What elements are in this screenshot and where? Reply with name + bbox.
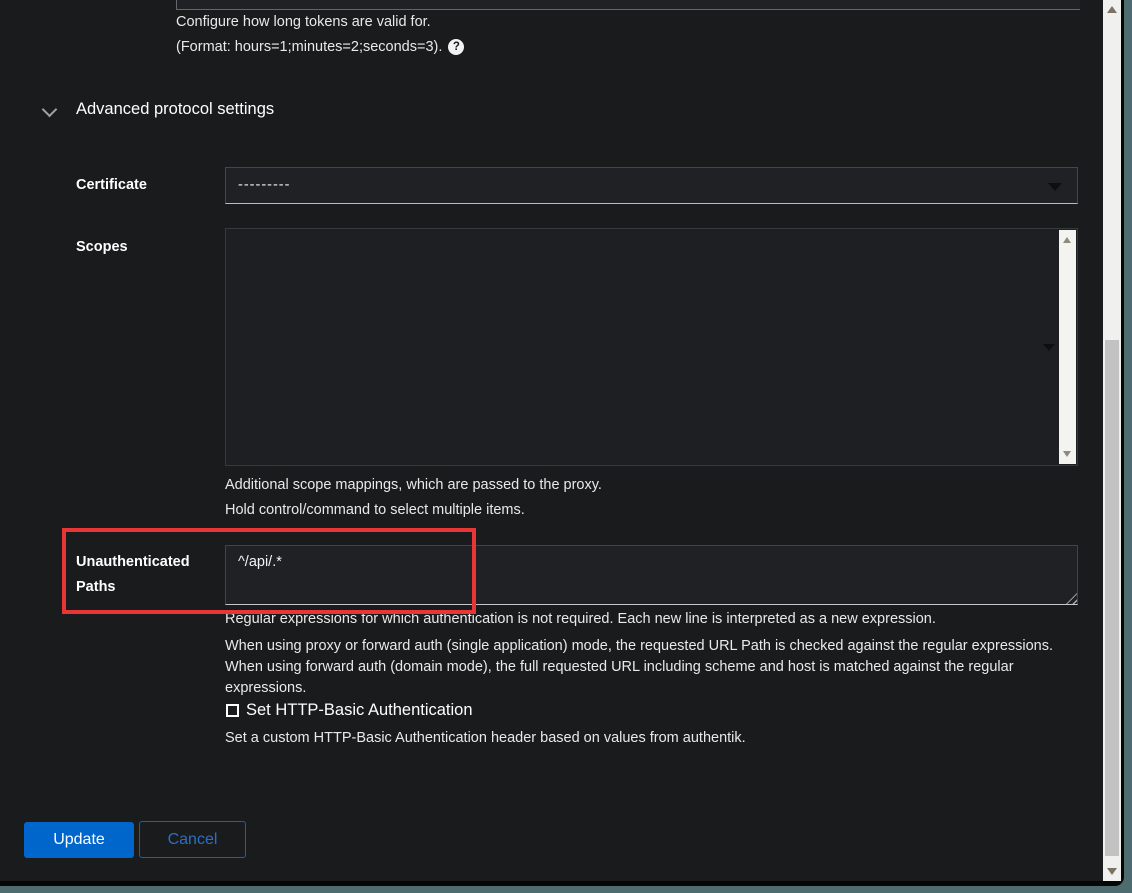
token-validity-format-text: (Format: hours=1;minutes=2;seconds=3). [176,39,442,55]
scopes-help-line1: Additional scope mappings, which are pas… [225,477,602,493]
screenshot-frame: Configure how long tokens are valid for.… [0,0,1132,893]
section-title-advanced-protocol-settings[interactable]: Advanced protocol settings [76,100,274,119]
browser-window: Configure how long tokens are valid for.… [0,0,1124,886]
unauthenticated-paths-help-line2: When using proxy or forward auth (single… [225,636,1065,699]
page-scrollbar[interactable] [1103,0,1121,881]
unauthenticated-paths-label: Unauthenticated Paths [76,550,231,600]
provider-form-page: Configure how long tokens are valid for.… [0,0,1121,881]
scrollbar-down-icon[interactable] [1107,868,1117,875]
http-basic-auth-help: Set a custom HTTP-Basic Authentication h… [225,730,746,746]
cancel-button[interactable]: Cancel [139,821,246,858]
scrollbar-up-icon[interactable] [1107,6,1117,13]
token-validity-help-line2: (Format: hours=1;minutes=2;seconds=3). ? [176,39,464,55]
unauthenticated-paths-help-line1: Regular expressions for which authentica… [225,611,936,627]
scopes-multiselect[interactable] [225,228,1078,466]
scrollbar-down-icon[interactable] [1063,451,1071,457]
select-caret-icon [1048,183,1062,191]
certificate-select[interactable]: --------- [225,167,1078,204]
scrollbar-thumb[interactable] [1105,340,1119,856]
http-basic-auth-checkbox[interactable] [226,704,239,717]
scrollbar-up-icon[interactable] [1063,237,1071,243]
token-validity-input[interactable] [176,0,1080,10]
update-button[interactable]: Update [24,822,134,858]
scopes-label: Scopes [76,235,128,260]
certificate-selected-value: --------- [238,177,290,193]
scopes-help-line2: Hold control/command to select multiple … [225,502,525,518]
help-circle-icon[interactable]: ? [448,39,464,55]
scopes-scrollbar[interactable] [1059,230,1076,464]
certificate-label: Certificate [76,173,147,198]
token-validity-help-line1: Configure how long tokens are valid for. [176,14,431,30]
listbox-caret-icon [1043,344,1055,351]
http-basic-auth-label[interactable]: Set HTTP-Basic Authentication [246,701,473,720]
unauthenticated-paths-textarea[interactable]: ^/api/.* [225,545,1078,605]
chevron-down-icon[interactable] [42,102,58,118]
